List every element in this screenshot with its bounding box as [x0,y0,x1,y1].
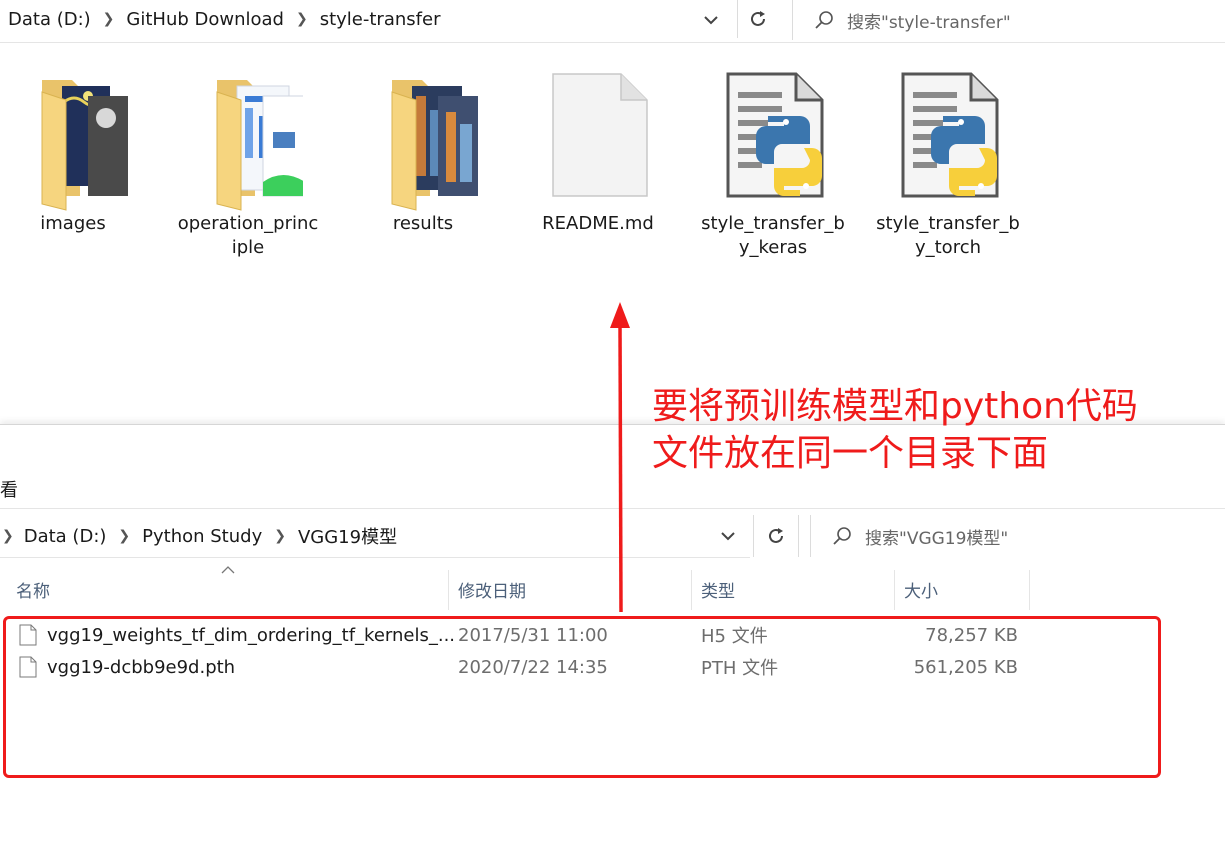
address-history-dropdown[interactable] [695,4,727,36]
column-header-modified[interactable]: 修改日期 [458,568,526,610]
chevron-right-icon[interactable]: ❯ [2,528,14,544]
annotation-line-1: 要将预训练模型和python代码 [652,386,1138,427]
column-header-name[interactable]: 名称 [16,568,50,610]
file-readme[interactable]: README.md [523,72,673,236]
refresh-icon [769,528,783,543]
annotation-line-2: 文件放在同一个目录下面 [652,433,1049,474]
ribbon-view-tab-fragment[interactable]: 看 [0,476,18,502]
file-style-transfer-keras[interactable]: style_transfer_b y_keras [698,72,848,260]
search-icon [815,11,833,29]
chevron-right-icon[interactable]: ❯ [296,11,308,27]
folder-icon [18,72,134,212]
search-input[interactable]: 搜索"VGG19模型" [810,515,1225,557]
chevron-right-icon[interactable]: ❯ [118,528,130,544]
column-divider[interactable] [691,570,692,610]
column-header-size[interactable]: 大小 [904,568,938,610]
chevron-right-icon[interactable]: ❯ [274,528,286,544]
breadcrumb-vgg19-model[interactable]: VGG19模型 [298,523,397,549]
column-divider[interactable] [448,570,449,610]
item-label: README.md [542,213,654,234]
breadcrumb-style-transfer[interactable]: style-transfer [320,9,441,30]
breadcrumb[interactable]: Data (D:) ❯ GitHub Download ❯ style-tran… [0,0,733,38]
folder-operation-principle[interactable]: operation_princ iple [173,72,323,260]
item-label: style_transfer_b y_keras [701,213,845,258]
refresh-icon [751,11,765,26]
folder-images[interactable]: images [0,72,148,236]
chevron-right-icon[interactable]: ❯ [103,11,115,27]
sort-ascending-icon [221,566,235,574]
folder-icon [193,72,306,212]
folder-icon [368,72,482,212]
column-header-type[interactable]: 类型 [701,568,735,610]
annotation: 要将预训练模型和python代码 文件放在同一个目录下面 [652,383,1138,477]
file-style-transfer-torch[interactable]: style_transfer_b y_torch [873,72,1023,260]
column-divider[interactable] [1029,570,1030,610]
address-bar: Data (D:) ❯ GitHub Download ❯ style-tran… [0,0,1225,43]
chevron-down-icon [704,16,718,25]
search-placeholder: 搜索"VGG19模型" [865,528,1009,549]
refresh-button[interactable] [753,515,799,557]
breadcrumb-python-study[interactable]: Python Study [142,526,262,547]
breadcrumb-github-download[interactable]: GitHub Download [126,9,284,30]
search-input[interactable]: 搜索"style-transfer" [792,0,1225,40]
breadcrumb-data-drive[interactable]: Data (D:) [24,526,107,547]
item-label: style_transfer_b y_torch [876,213,1020,258]
document-icon [543,72,653,212]
search-placeholder: 搜索"style-transfer" [847,12,1011,33]
item-label: results [392,213,454,234]
arrow-up-icon [610,302,630,613]
breadcrumb-data-drive[interactable]: Data (D:) [8,9,91,30]
python-file-icon [718,72,828,212]
column-divider[interactable] [894,570,895,610]
search-icon [833,527,851,545]
item-label: operation_princ iple [177,213,319,258]
python-file-icon [893,72,1003,212]
address-history-dropdown[interactable] [712,520,744,552]
refresh-button[interactable] [737,0,778,38]
chevron-down-icon [721,532,735,541]
item-label: images [40,213,106,234]
folder-results[interactable]: results [348,72,498,236]
highlight-box [3,616,1161,778]
